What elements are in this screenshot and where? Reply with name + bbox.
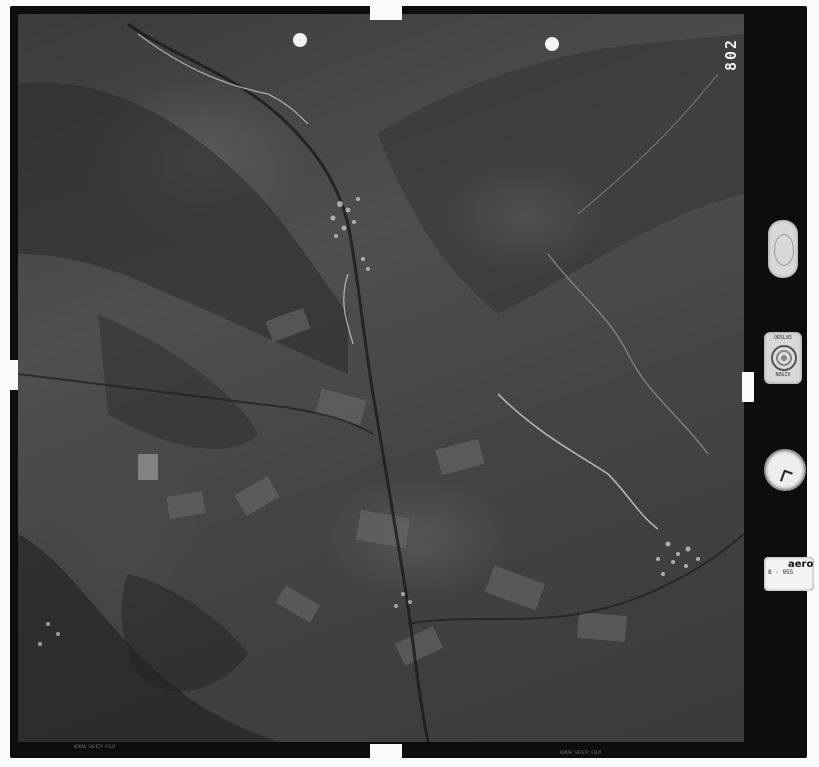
fiducial-mark-right <box>545 37 559 51</box>
field-parcels <box>138 307 628 666</box>
fiducial-mark-left <box>293 33 307 47</box>
fiducial-notch-right <box>742 372 754 402</box>
brand-card: aerotop 8 · 955 <box>764 557 814 591</box>
film-edge-text-right: KODAK SAFETY FILM <box>560 750 601 755</box>
frame-number: 802 <box>722 37 740 71</box>
fiducial-notch-bottom <box>370 744 402 758</box>
terrain-overlay <box>18 22 744 742</box>
lens-badge-top-text: OR5L85 <box>773 335 793 341</box>
aerial-photo <box>18 14 744 742</box>
forest-ridge-northeast <box>378 34 744 314</box>
date-stamp: 8 · 955 <box>768 569 794 576</box>
lens-badge-bottom-text: NOGIV <box>775 372 791 378</box>
film-frame: 802 OR5L85 NOGIV aerotop 8 · 955 KODAK S… <box>0 0 819 767</box>
road-northeast <box>547 253 709 455</box>
fiducial-notch-top <box>370 6 402 20</box>
hill-south <box>121 574 248 692</box>
clock-gauge <box>764 449 806 491</box>
altimeter-gauge <box>768 220 798 278</box>
altimeter-dial-icon <box>774 234 794 266</box>
forest-patch-west <box>98 314 258 449</box>
road-east <box>497 393 659 530</box>
film-edge-text-left: KODAK SAFETY FILM <box>74 744 115 749</box>
target-icon <box>771 345 797 371</box>
fiducial-notch-left <box>6 360 18 390</box>
lens-badge: OR5L85 NOGIV <box>764 332 802 384</box>
clock-minute-hand-icon <box>784 470 793 475</box>
road-north <box>137 33 309 125</box>
tributary-east <box>407 533 744 625</box>
